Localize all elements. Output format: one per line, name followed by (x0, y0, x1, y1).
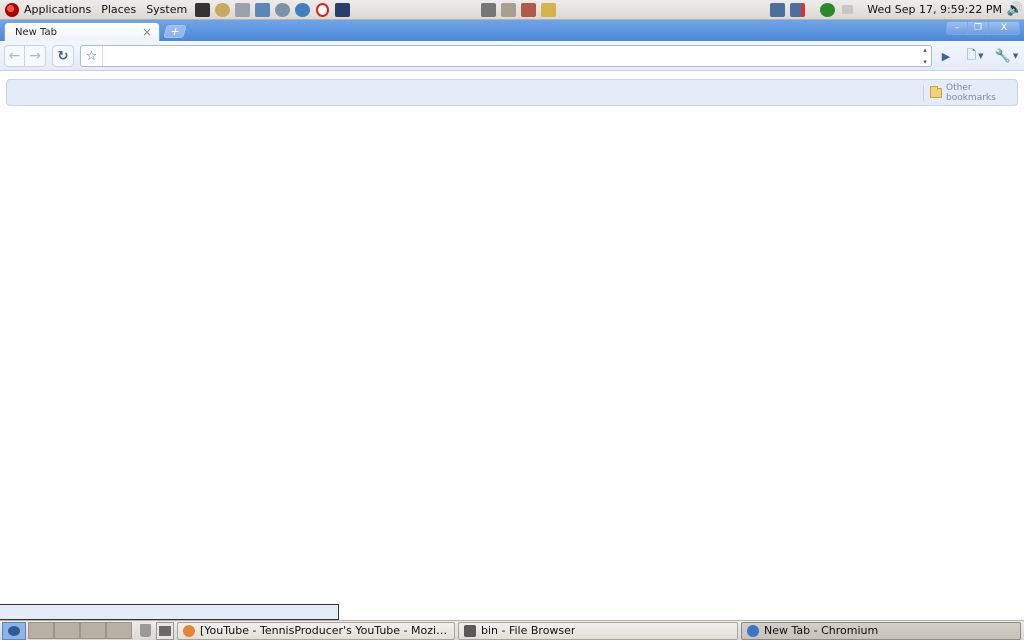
file-browser-icon (464, 624, 476, 637)
tab-close-icon[interactable]: × (141, 25, 153, 39)
chevron-down-icon: ▼ (1012, 52, 1019, 60)
forward-button[interactable]: → (24, 45, 46, 67)
printer-launcher-icon[interactable] (156, 621, 174, 640)
tab-strip: New Tab × + – ❐ X (0, 20, 1024, 41)
other-bookmarks-button[interactable]: Other bookmarks (930, 80, 1017, 105)
document-icon[interactable] (499, 1, 517, 19)
mail-icon[interactable] (233, 1, 251, 19)
tab-title: New Tab (15, 26, 57, 38)
image-viewer-icon[interactable] (253, 1, 271, 19)
keys-icon[interactable] (539, 1, 557, 19)
minimize-button[interactable]: – (946, 21, 968, 35)
bookmark-bar: Other bookmarks (6, 79, 1018, 106)
wrench-menu-button[interactable]: 🔧 ▼ (993, 45, 1020, 67)
update-icon[interactable] (818, 1, 836, 19)
taskbar-item-label: [YouTube - TennisProducer's YouTube - Mo… (200, 624, 449, 637)
play-icon: ▶ (941, 49, 951, 63)
chromium-icon (747, 624, 759, 637)
wrench-icon: 🔧 (994, 48, 1011, 64)
panel-clock[interactable]: Wed Sep 17, 9:59:22 PM (857, 3, 1006, 16)
other-bookmarks-label: Other bookmarks (945, 82, 996, 103)
network-status-icon[interactable] (768, 1, 786, 19)
cd-icon[interactable] (213, 1, 231, 19)
network-disconnected-icon[interactable] (788, 1, 806, 19)
book-icon[interactable] (519, 1, 537, 19)
chevron-down-icon: ▼ (978, 52, 984, 60)
page-content[interactable] (0, 108, 1024, 605)
bookmark-separator (923, 85, 924, 101)
terminal-icon[interactable] (333, 1, 351, 19)
workspace-3[interactable] (80, 622, 106, 639)
back-button[interactable]: ← (4, 45, 24, 67)
show-desktop-button[interactable] (2, 621, 26, 640)
applications-menu[interactable]: Applications (0, 0, 96, 20)
tab-new-tab[interactable]: New Tab × (4, 22, 160, 41)
places-menu[interactable]: Places (96, 0, 141, 20)
omnibox-dropdown-icon[interactable]: ▴ ▾ (919, 46, 931, 66)
top-panel: Applications Places System Wed Sep 17, 9… (0, 0, 1024, 20)
page-icon: 🗋 (966, 47, 977, 62)
close-button[interactable]: X (988, 21, 1020, 35)
omnibox: ☆ ▴ ▾ (80, 45, 932, 67)
taskbar-item-chromium[interactable]: New Tab - Chromium (741, 621, 1021, 640)
gnome-foot-icon (5, 2, 19, 17)
firefox-icon (183, 624, 195, 637)
page-menu-button[interactable]: 🗋 ▼ (962, 45, 988, 67)
bookmark-star-icon[interactable]: ☆ (81, 46, 103, 66)
reload-icon: ↻ (57, 48, 69, 64)
printer-icon[interactable] (479, 1, 497, 19)
taskbar-item-label: New Tab - Chromium (764, 624, 879, 637)
keyboard-icon[interactable] (838, 1, 856, 19)
network-icon[interactable] (273, 1, 291, 19)
reload-button[interactable]: ↻ (52, 45, 74, 67)
volume-icon[interactable]: 🔊 (1006, 1, 1024, 19)
globe-icon[interactable] (293, 1, 311, 19)
omnibox-input[interactable] (103, 47, 919, 65)
desktop-icon (8, 625, 20, 636)
forward-arrow-icon: → (29, 48, 41, 64)
workspace-2[interactable] (54, 622, 80, 639)
folder-icon (930, 85, 942, 98)
browser-toolbar: ← → ↻ ☆ ▴ ▾ ▶ 🗋 ▼ 🔧 ▼ (0, 41, 1024, 71)
go-button[interactable]: ▶ (936, 45, 956, 67)
status-bubble (0, 604, 339, 620)
workspace-1[interactable] (28, 622, 54, 639)
camera-icon[interactable] (193, 1, 211, 19)
workspace-switcher (28, 622, 132, 639)
taskbar-item-firefox[interactable]: [YouTube - TennisProducer's YouTube - Mo… (177, 621, 455, 640)
applications-menu-label: Applications (24, 3, 92, 16)
trash-icon[interactable] (136, 622, 154, 640)
bottom-panel: [YouTube - TennisProducer's YouTube - Mo… (0, 620, 1024, 640)
new-tab-button[interactable]: + (163, 25, 187, 38)
taskbar-item-label: bin - File Browser (481, 624, 576, 637)
workspace-4[interactable] (106, 622, 132, 639)
opera-icon[interactable] (313, 1, 331, 19)
maximize-button[interactable]: ❐ (967, 21, 989, 35)
system-menu[interactable]: System (141, 0, 192, 20)
taskbar-item-file-browser[interactable]: bin - File Browser (458, 621, 738, 640)
back-arrow-icon: ← (8, 48, 21, 64)
